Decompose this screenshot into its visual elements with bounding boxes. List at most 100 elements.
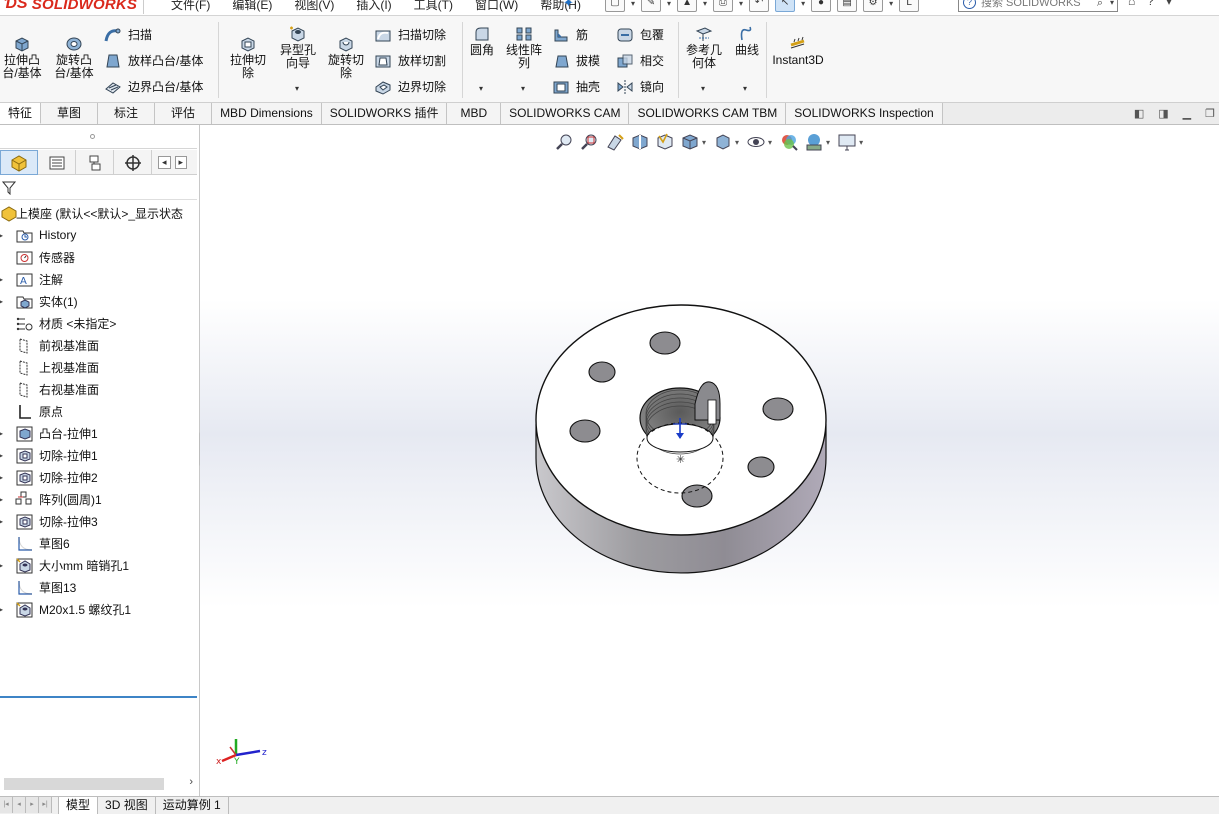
curves-button[interactable]: 曲线 — [730, 26, 764, 57]
tab-mbd[interactable]: MBD — [447, 103, 502, 124]
dropdown-arrow-icon[interactable]: ▾ — [739, 0, 743, 8]
solidworks-logo[interactable]: ƊS SOLIDWORKS — [0, 0, 144, 14]
options-gear-icon[interactable]: ⚙ — [863, 0, 884, 12]
expand-arrow-icon[interactable]: ▸ — [0, 495, 3, 504]
tree-item[interactable]: ▸ A 注解 — [0, 268, 197, 290]
expand-arrow-icon[interactable]: ▸ — [0, 473, 3, 482]
search-icon[interactable]: ⌕ — [1097, 0, 1103, 11]
tree-item[interactable]: ▸ 凸台-拉伸1 — [0, 422, 197, 444]
expand-arrow-icon[interactable]: ▸ — [0, 605, 3, 614]
revolve-cut-button[interactable]: 旋转切除 — [324, 36, 368, 80]
view-settings-icon[interactable] — [837, 132, 857, 152]
dropdown-arrow-icon[interactable]: ▾ — [1166, 0, 1172, 8]
linear-pattern-button[interactable]: 线性阵列 — [502, 26, 546, 70]
horizontal-scrollbar[interactable]: › — [0, 776, 197, 792]
dropdown-arrow-icon[interactable]: ▾ — [859, 138, 863, 147]
tab-property-manager[interactable] — [38, 150, 76, 175]
tab-features[interactable]: 特征 — [0, 103, 42, 124]
previous-view-icon[interactable] — [605, 132, 625, 152]
instant3d-button[interactable]: Instant3D — [770, 36, 826, 67]
undo-icon[interactable]: ↶ — [749, 0, 770, 12]
dropdown-arrow-icon[interactable]: ▾ — [743, 84, 747, 93]
tab-3d-views[interactable]: 3D 视图 — [98, 797, 156, 814]
panel-grip[interactable] — [0, 125, 197, 149]
help-icon[interactable]: ? — [1147, 0, 1154, 8]
dropdown-arrow-icon[interactable]: ▾ — [702, 138, 706, 147]
filter-icon[interactable] — [2, 181, 16, 195]
tree-item[interactable]: ▸ M20x1.5 螺纹孔1 — [0, 598, 197, 620]
print-icon[interactable]: ⎙ — [713, 0, 734, 12]
tree-item[interactable]: ▸ 实体(1) — [0, 290, 197, 312]
scrollbar-thumb[interactable] — [4, 778, 164, 790]
dropdown-arrow-icon[interactable]: ▾ — [631, 0, 635, 8]
menu-window[interactable]: 窗口(W) — [464, 0, 529, 13]
tile-left-icon[interactable]: ◧ — [1134, 107, 1144, 120]
minimize-icon[interactable]: ▁ — [1183, 107, 1191, 120]
tree-item[interactable]: ▸ 切除-拉伸1 — [0, 444, 197, 466]
tree-item[interactable]: 传感器 — [0, 246, 197, 268]
tree-item[interactable]: 材质 <未指定> — [0, 312, 197, 334]
tree-item[interactable]: ▸ History — [0, 224, 197, 246]
tab-solidworks-inspection[interactable]: SOLIDWORKS Inspection — [786, 103, 943, 124]
zoom-to-area-icon[interactable] — [580, 132, 600, 152]
dropdown-arrow-icon[interactable]: ▾ — [295, 84, 299, 93]
zoom-to-fit-icon[interactable] — [555, 132, 575, 152]
menu-insert[interactable]: 插入(I) — [345, 0, 402, 13]
dropdown-arrow-icon[interactable]: ▾ — [479, 84, 483, 93]
tab-mbd-dimensions[interactable]: MBD Dimensions — [212, 103, 322, 124]
draft-button[interactable]: 拔模 — [552, 52, 600, 69]
rollback-bar[interactable] — [0, 696, 197, 698]
tree-item[interactable]: 草图6 — [0, 532, 197, 554]
tab-solidworks-cam-tbm[interactable]: SOLIDWORKS CAM TBM — [629, 103, 787, 124]
expand-arrow-icon[interactable]: ▸ — [0, 231, 3, 240]
tree-item[interactable]: ▸ 切除-拉伸3 — [0, 510, 197, 532]
graphics-viewport[interactable]: ▾ ▾ ▾ ▾ ▾ ✳ x Y z — [200, 125, 1219, 796]
new-document-icon[interactable]: ▢ — [605, 0, 625, 12]
tab-motion-study-1[interactable]: 运动算例 1 — [155, 797, 229, 814]
file-properties-icon[interactable]: ▤ — [837, 0, 858, 12]
extrude-cut-button[interactable]: 拉伸切除 — [226, 36, 270, 80]
hide-show-items-icon[interactable] — [746, 132, 766, 152]
rebuild-icon[interactable]: ▲ — [677, 0, 698, 12]
section-view-icon[interactable] — [630, 132, 650, 152]
tree-item[interactable]: 草图13 — [0, 576, 197, 598]
open-icon[interactable]: ✎ — [641, 0, 662, 12]
loft-boss-button[interactable]: 放样凸台/基体 — [104, 52, 203, 69]
tab-sketch[interactable]: 草图 — [41, 103, 99, 124]
menu-view[interactable]: 视图(V) — [283, 0, 345, 13]
last-tab-icon[interactable]: ▸| — [39, 797, 52, 813]
prev-tab-icon[interactable]: ◂ — [13, 797, 26, 813]
expand-arrow-icon[interactable]: ▸ — [0, 451, 3, 460]
display-style-icon[interactable] — [713, 132, 733, 152]
tile-right-icon[interactable]: ◨ — [1158, 107, 1168, 120]
pin-icon[interactable]: ✦ — [563, 0, 574, 11]
swept-cut-button[interactable]: 扫描切除 — [374, 26, 446, 43]
next-tab-icon[interactable]: ▸ — [26, 797, 39, 813]
reference-geometry-button[interactable]: 参考几何体 — [682, 26, 726, 70]
tree-item[interactable]: 前视基准面 — [0, 334, 197, 356]
intersect-button[interactable]: 相交 — [616, 52, 664, 69]
dropdown-arrow-icon[interactable]: ▾ — [826, 138, 830, 147]
wrap-button[interactable]: 包覆 — [616, 26, 664, 43]
loft-cut-button[interactable]: 放样切割 — [374, 52, 446, 69]
dropdown-arrow-icon[interactable]: ▾ — [801, 0, 805, 8]
fillet-button[interactable]: 圆角 — [466, 26, 498, 57]
dropdown-arrow-icon[interactable]: ▾ — [703, 0, 707, 8]
menu-tools[interactable]: 工具(T) — [403, 0, 464, 13]
shell-button[interactable]: 抽壳 — [552, 78, 600, 95]
hole-wizard-button[interactable]: 异型孔向导 — [276, 26, 320, 70]
customize-icon[interactable]: L — [899, 0, 920, 12]
expand-arrow-icon[interactable]: ▸ — [0, 429, 3, 438]
menu-help[interactable]: 帮助(H) — [529, 0, 592, 13]
part-model-flange[interactable]: ✳ — [530, 300, 830, 580]
expand-arrow-icon[interactable]: ▸ — [0, 275, 3, 284]
dropdown-arrow-icon[interactable]: ▾ — [667, 0, 671, 8]
tree-item[interactable]: ▸ 大小mm 暗销孔1 — [0, 554, 197, 576]
traffic-light-icon[interactable]: ● — [811, 0, 832, 12]
tree-item[interactable]: ▸ 切除-拉伸2 — [0, 466, 197, 488]
revolve-boss-button[interactable]: 旋转凸台/基体 — [52, 36, 96, 80]
select-cursor-icon[interactable]: ↖ — [775, 0, 796, 12]
expand-arrow-icon[interactable]: ▸ — [0, 297, 3, 306]
scroll-left-icon[interactable]: ◂ — [158, 155, 171, 169]
extrude-boss-button[interactable]: 拉伸凸台/基体 — [0, 36, 44, 80]
